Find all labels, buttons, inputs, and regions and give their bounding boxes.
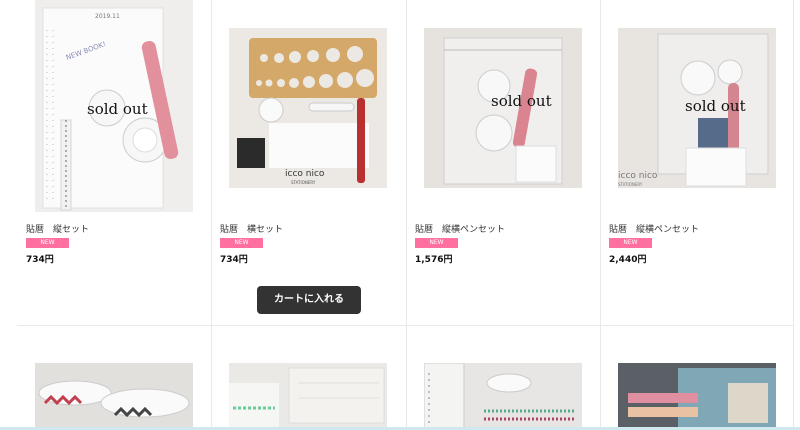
product-image[interactable]: [424, 363, 582, 430]
product-title[interactable]: 貼暦 縦横ペンセット: [415, 222, 505, 235]
product-grid: 2019.11 NEW BOOK! sold out 貼暦 縦セット NEW 7…: [17, 0, 794, 430]
handwriting-date: 2019.11: [95, 13, 120, 20]
brand-text: icco nico: [618, 171, 658, 181]
product-image-art: [618, 363, 776, 430]
product-image[interactable]: [229, 363, 387, 430]
product-image[interactable]: [618, 363, 776, 430]
product-card[interactable]: [406, 326, 600, 430]
product-price: 734円: [26, 255, 54, 265]
new-badge: NEW: [26, 238, 69, 248]
product-card[interactable]: 2019.11 NEW BOOK! sold out 貼暦 縦セット NEW 7…: [17, 0, 211, 325]
sold-out-overlay: sold out: [685, 97, 746, 115]
product-card[interactable]: [211, 326, 405, 430]
new-badge: NEW: [220, 238, 263, 248]
product-card[interactable]: icco nico STATIONERY sold out 貼暦 縦横ペンセット…: [600, 0, 794, 325]
sold-out-overlay: sold out: [87, 100, 148, 118]
product-image[interactable]: [35, 363, 193, 430]
product-card[interactable]: sold out 貼暦 縦横ペンセット NEW 1,576円: [406, 0, 600, 325]
product-price: 734円: [220, 255, 248, 265]
product-price: 1,576円: [415, 255, 453, 265]
product-title[interactable]: 貼暦 縦セット: [26, 222, 89, 235]
product-card[interactable]: [600, 326, 794, 430]
brand-subtext: STATIONERY: [618, 182, 643, 187]
product-image-art: icco nico STATIONERY: [229, 28, 387, 188]
brand-text: icco nico: [285, 169, 325, 179]
product-image-art: [424, 363, 582, 430]
product-image-art: [35, 363, 193, 430]
add-to-cart-button[interactable]: カートに入れる: [257, 286, 361, 314]
brand-subtext: STATIONERY: [291, 180, 316, 185]
product-price: 2,440円: [609, 255, 647, 265]
new-badge: NEW: [609, 238, 652, 248]
product-card[interactable]: icco nico STATIONERY 貼暦 横セット NEW 734円: [211, 0, 405, 325]
product-title[interactable]: 貼暦 縦横ペンセット: [609, 222, 699, 235]
sold-out-overlay: sold out: [491, 92, 552, 110]
product-card[interactable]: [17, 326, 211, 430]
product-image-art: [229, 363, 387, 430]
new-badge: NEW: [415, 238, 458, 248]
product-image[interactable]: icco nico STATIONERY: [229, 28, 387, 188]
product-title[interactable]: 貼暦 横セット: [220, 222, 283, 235]
